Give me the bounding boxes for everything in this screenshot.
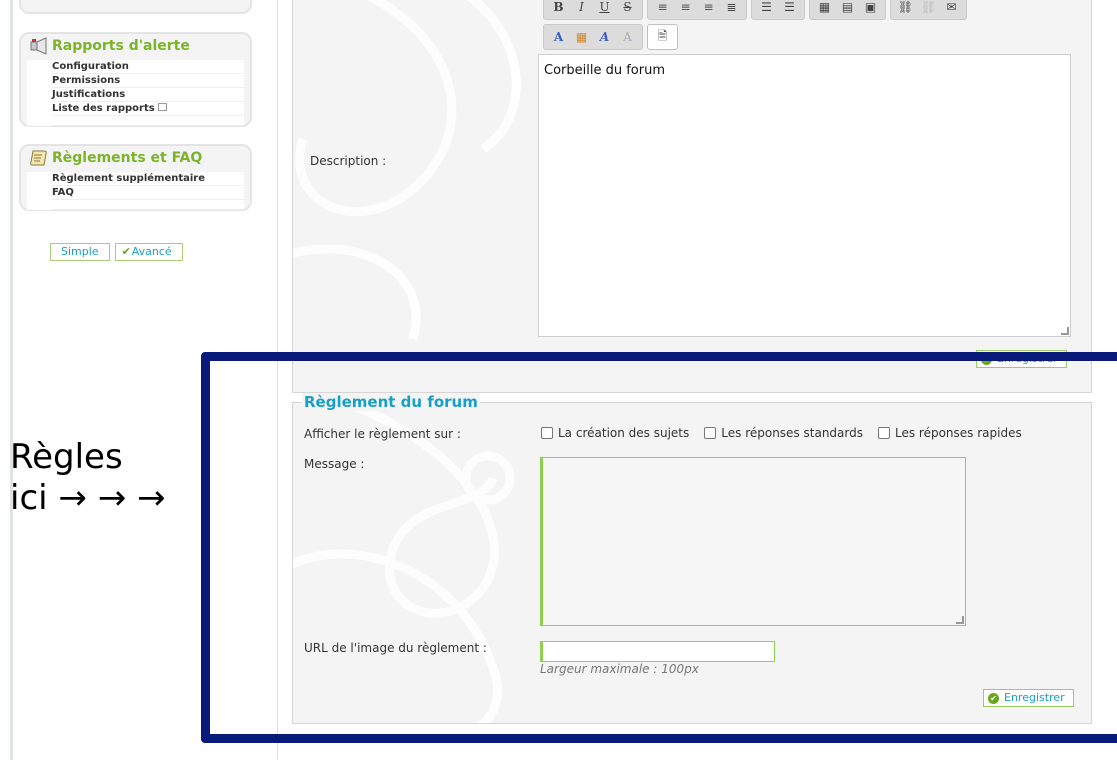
check-circle-icon: ✔ [988, 692, 999, 704]
sidebar-item-configuration[interactable]: Configuration [52, 60, 244, 74]
sidebar-list-spacer [52, 116, 244, 126]
numbered-list-icon[interactable]: ☰ [778, 0, 801, 17]
sidebar-item-extra-rules[interactable]: Règlement supplémentaire [52, 172, 244, 186]
sidebar-title-rules-faq-label: Règlements et FAQ [52, 150, 203, 166]
annotation-text: Règles ici → → → [10, 437, 166, 518]
toolbar-group-links: ⛓ ⛓ ✉ [890, 0, 967, 20]
toolbar-group-lists: ☰ ☰ [751, 0, 805, 20]
link-icon[interactable]: ⛓ [894, 0, 917, 17]
option-standard-replies-label: Les réponses standards [721, 426, 863, 440]
color-picker-icon[interactable]: ▦ [570, 27, 593, 47]
sidebar-box-rules-faq: Règlements et FAQ Règlement supplémentai… [19, 144, 252, 211]
toolbar-group-source: 🗎 [647, 24, 678, 50]
paste-icon[interactable]: ▤ [836, 0, 859, 17]
bold-button[interactable]: B [547, 0, 570, 17]
align-left-icon[interactable]: ≡ [651, 0, 674, 17]
sidebar-item-report-list[interactable]: Liste des rapports [52, 102, 244, 116]
sidebar-list-alert: Configuration Permissions Justifications… [27, 60, 244, 126]
strikethrough-button[interactable]: S [616, 0, 639, 17]
sidebar-title-rules-faq: Règlements et FAQ [27, 147, 244, 169]
sidebar-box-alert-reports: Rapports d'alerte Configuration Permissi… [19, 32, 252, 127]
save-button-top-label: Enregistrer [997, 352, 1058, 365]
clear-format-icon[interactable]: A [616, 27, 639, 47]
rules-image-url-label: URL de l'image du règlement : [304, 641, 487, 655]
check-circle-icon: ✔ [981, 353, 992, 365]
description-textarea[interactable]: Corbeille du forum [538, 54, 1071, 337]
insert-table-icon[interactable]: ▦ [813, 0, 836, 17]
save-doc-icon[interactable]: ▣ [859, 0, 882, 17]
sidebar-item-justifications[interactable]: Justifications [52, 88, 244, 102]
sidebar-title-alert-reports-label: Rapports d'alerte [52, 38, 190, 54]
sidebar-item-faq[interactable]: FAQ [52, 186, 244, 200]
message-textarea[interactable] [540, 457, 966, 626]
italic-button[interactable]: I [570, 0, 593, 17]
external-link-icon [157, 103, 167, 111]
description-label: Description : [310, 154, 387, 168]
swirl-decoration [293, 0, 521, 341]
swirl-decoration [293, 403, 515, 723]
option-topic-creation[interactable]: La création des sujets [541, 426, 689, 440]
megaphone-icon [29, 37, 49, 55]
page-left-border [10, 0, 13, 760]
toolbar-group-font: A ▦ A A [543, 24, 643, 50]
checkbox-quick-replies[interactable] [878, 427, 890, 439]
checkbox-standard-replies[interactable] [704, 427, 717, 439]
forum-rules-legend: Règlement du forum [302, 393, 480, 411]
display-rules-options: La création des sujets Les réponses stan… [541, 426, 1022, 440]
unlink-icon[interactable]: ⛓ [917, 0, 940, 17]
simple-mode-button[interactable]: Simple [50, 243, 110, 261]
sidebar-box-previous [19, 0, 252, 14]
advanced-mode-label: Avancé [131, 245, 172, 258]
toolbar-group-format: B I U S [543, 0, 643, 20]
display-rules-label: Afficher le règlement sur : [304, 427, 461, 441]
option-quick-replies[interactable]: Les réponses rapides [878, 426, 1022, 440]
option-standard-replies[interactable]: Les réponses standards [704, 426, 863, 440]
checkbox-topic-creation[interactable] [541, 427, 553, 439]
sidebar-list-rules: Règlement supplémentaire FAQ [27, 172, 244, 210]
toolbar-row-1: B I U S ≡ ≡ ≡ ≣ ☰ ☰ ▦ ▤ ▣ ⛓ ⛓ ✉ [543, 0, 967, 20]
sidebar-item-permissions[interactable]: Permissions [52, 74, 244, 88]
editor-toolbar: B I U S ≡ ≡ ≡ ≣ ☰ ☰ ▦ ▤ ▣ ⛓ ⛓ ✉ A ▦ A A … [543, 0, 967, 54]
save-button-bottom-label: Enregistrer [1004, 691, 1065, 704]
message-label: Message : [304, 457, 365, 471]
font-style-icon[interactable]: A [593, 27, 616, 47]
save-button-top[interactable]: ✔ Enregistrer [976, 350, 1067, 368]
advanced-mode-button[interactable]: ✔Avancé [114, 243, 183, 261]
content-column-border [277, 0, 278, 760]
font-size-icon[interactable]: A [547, 27, 570, 47]
align-center-icon[interactable]: ≡ [674, 0, 697, 17]
sidebar-title-alert-reports: Rapports d'alerte [27, 35, 244, 57]
resize-grip-icon[interactable] [956, 616, 964, 624]
max-width-hint: Largeur maximale : 100px [540, 662, 699, 676]
option-topic-creation-label: La création des sujets [558, 426, 690, 440]
scroll-icon [29, 149, 49, 167]
description-value: Corbeille du forum [544, 63, 665, 78]
align-justify-icon[interactable]: ≣ [720, 0, 743, 17]
save-button-bottom[interactable]: ✔ Enregistrer [983, 689, 1074, 707]
option-quick-replies-label: Les réponses rapides [895, 426, 1022, 440]
underline-button[interactable]: U [593, 0, 616, 17]
align-right-icon[interactable]: ≡ [697, 0, 720, 17]
checkmark-icon: ✔ [121, 245, 131, 258]
toolbar-group-insert: ▦ ▤ ▣ [809, 0, 886, 20]
mode-switch: Simple ✔Avancé [50, 243, 183, 261]
toolbar-row-2: A ▦ A A 🗎 [543, 24, 967, 50]
sidebar-list-spacer [52, 200, 244, 210]
toolbar-group-align: ≡ ≡ ≡ ≣ [647, 0, 747, 20]
rules-image-url-input[interactable] [540, 641, 775, 662]
resize-grip-icon[interactable] [1061, 327, 1069, 335]
bullet-list-icon[interactable]: ☰ [755, 0, 778, 17]
source-document-icon[interactable]: 🗎 [651, 27, 674, 47]
email-icon[interactable]: ✉ [940, 0, 963, 17]
sidebar-item-report-list-label: Liste des rapports [52, 103, 155, 114]
